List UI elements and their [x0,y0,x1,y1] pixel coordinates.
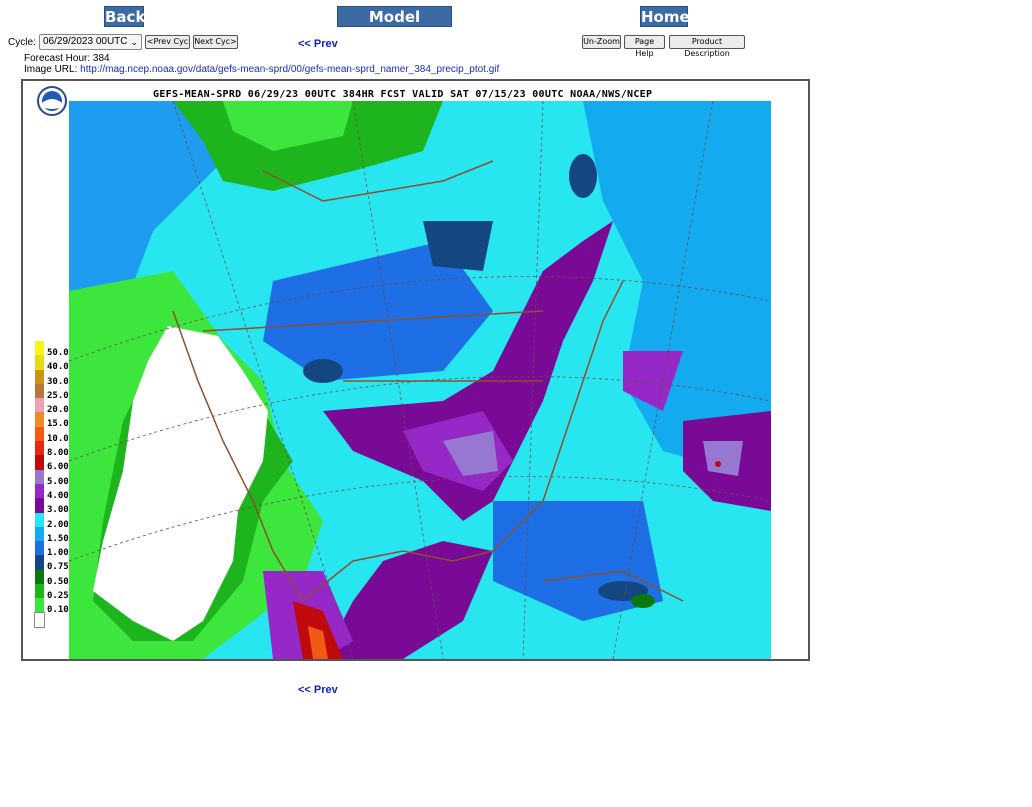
next-cycle-button[interactable]: Next Cyc> [193,35,238,49]
legend-label: 50.0 [47,348,69,358]
legend-swatch [35,426,44,442]
legend-label: 6.00 [47,462,69,473]
image-url-line: Image URL: http://mag.ncep.noaa.gov/data… [24,64,499,75]
legend-label: 5.00 [47,476,69,487]
legend-swatch [35,441,44,456]
legend-swatch [35,569,44,585]
model-guidance-button[interactable]: Model Guidance [337,6,452,47]
legend-label: 30.0 [47,376,69,387]
legend-swatch [35,498,44,513]
legend-swatch [35,526,44,542]
legend-swatch [35,512,44,527]
legend-swatch [35,355,44,370]
prev-link-top[interactable]: << Prev [298,38,338,50]
legend-label: 4.00 [47,490,69,501]
legend-swatch [35,541,44,556]
precip-map-graphic [37,86,772,659]
image-url-label: Image URL: [24,64,78,75]
labrador-dark [569,154,597,198]
legend-swatch [35,412,44,427]
legend-label: 10.0 [47,433,69,444]
legend-label: 0.10 [47,605,69,616]
product-description-button[interactable]: Product Description [669,35,745,58]
map-title: GEFS-MEAN-SPRD 06/29/23 00UTC 384HR FCST… [153,89,653,100]
cycle-selected-value: 06/29/2023 00UTC [43,36,128,47]
legend-swatch [34,611,45,628]
image-url-link[interactable]: http://mag.ncep.noaa.gov/data/gefs-mean-… [80,64,499,75]
legend-swatch [35,555,44,570]
legend-label: 1.00 [47,548,69,559]
legend-label: 8.00 [47,448,69,459]
prev-link-bottom[interactable]: << Prev [298,684,338,696]
legend-label: 40.0 [47,362,69,373]
page-help-button[interactable]: Page Help [624,35,665,58]
forecast-hour: Forecast Hour: 384 [24,53,110,64]
forecast-map[interactable]: GEFS-MEAN-SPRD 06/29/23 00UTC 384HR FCST… [21,79,810,661]
cycle-label: Cycle: [8,37,36,48]
legend-label: 0.75 [47,562,69,573]
legend-label: 0.50 [47,576,69,587]
legend-swatch [35,398,44,413]
caribbean-green [631,594,655,608]
legend-label: 25.0 [47,390,69,401]
cycle-select[interactable]: 06/29/2023 00UTC ⌄ [39,34,142,50]
home-button[interactable]: Home [640,6,690,27]
legend-swatch [35,455,44,470]
legend-swatch [35,383,44,399]
legend-swatch [35,469,44,484]
legend-label: 15.0 [47,419,69,430]
plains-dark [303,359,343,383]
legend-swatch [35,341,44,356]
legend-label: 20.0 [47,405,69,416]
hudson-dark-region [423,221,493,271]
unzoom-button[interactable]: Un-Zoom [582,35,621,49]
back-button[interactable]: Back [104,6,145,27]
legend-swatch [35,483,44,499]
atlantic-red-spot [715,461,721,467]
legend-swatch [35,598,44,613]
legend-label: 2.00 [47,519,69,530]
legend-label: 3.00 [47,505,69,516]
legend-label: 0.25 [47,591,69,602]
legend-swatch [35,584,44,599]
atlantic-light-purple [703,441,743,476]
chevron-down-icon: ⌄ [130,37,138,47]
prev-cycle-button[interactable]: <Prev Cyc [145,35,190,49]
legend-swatch [35,369,44,384]
legend-label: 1.50 [47,533,69,544]
